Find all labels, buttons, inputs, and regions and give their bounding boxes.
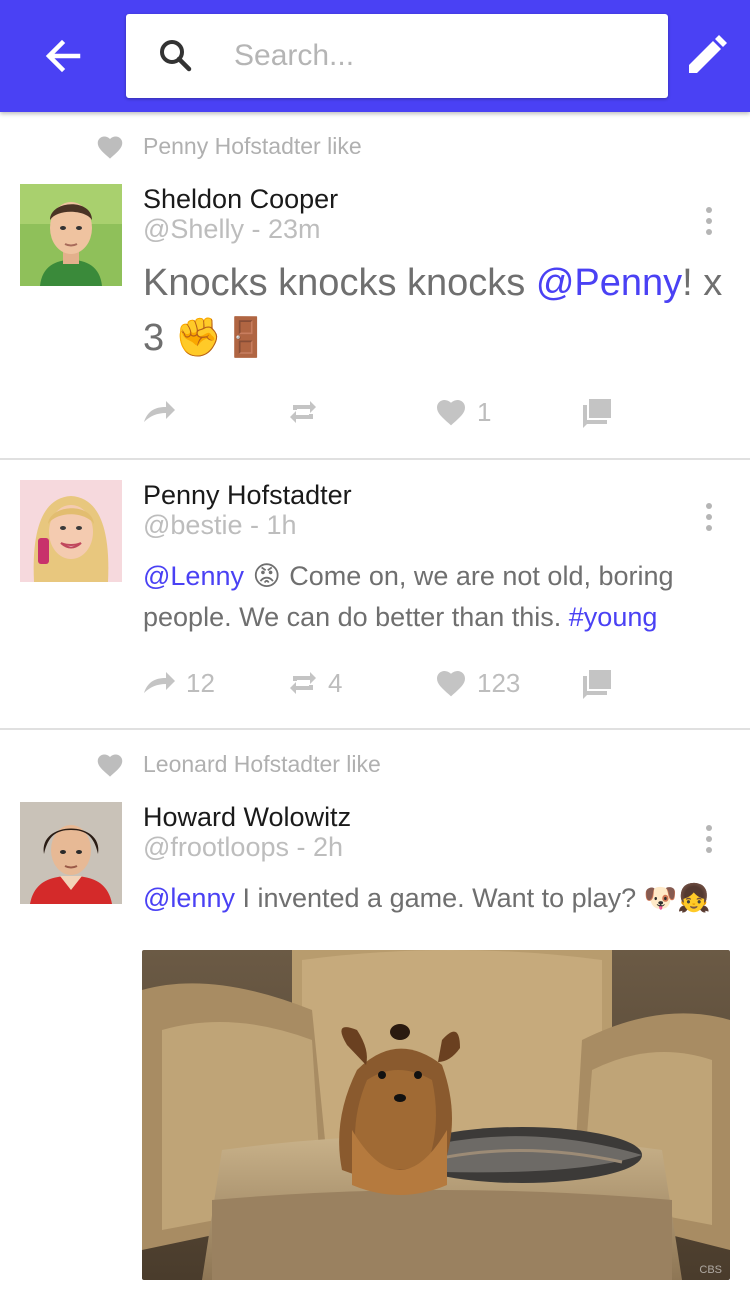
- comment-icon: [583, 670, 611, 699]
- author-name[interactable]: Howard Wolowitz: [143, 802, 351, 833]
- heart-icon: [96, 134, 124, 160]
- reply-button[interactable]: 12: [142, 663, 215, 703]
- retweet-icon: [290, 672, 316, 694]
- retweet-button[interactable]: [288, 392, 328, 432]
- comment-button[interactable]: [581, 392, 623, 432]
- retweet-icon: [290, 401, 316, 423]
- author-name[interactable]: Sheldon Cooper: [143, 184, 338, 215]
- hashtag-link[interactable]: #young: [569, 602, 658, 632]
- author-handle-time: @frootloops - 2h: [143, 832, 344, 862]
- heart-icon: [437, 671, 465, 697]
- heart-icon: [437, 400, 465, 426]
- like-count: 1: [477, 396, 492, 427]
- comment-button[interactable]: [581, 663, 623, 703]
- avatar[interactable]: [20, 802, 122, 904]
- like-count: 123: [477, 667, 521, 698]
- retweet-count: 4: [328, 667, 343, 698]
- search-input[interactable]: [234, 32, 654, 80]
- tweet-text: Knocks knocks knocks @Penny! x 3 ✊🚪: [143, 256, 733, 365]
- retweet-button[interactable]: 4: [288, 663, 342, 703]
- more-options-icon[interactable]: [698, 822, 720, 858]
- mention-link[interactable]: @Penny: [536, 262, 682, 304]
- like-button[interactable]: 1: [435, 392, 491, 432]
- author-name[interactable]: Penny Hofstadter: [143, 480, 352, 511]
- app-bar: [0, 0, 750, 112]
- tweet-text: @lenny I invented a game. Want to play? …: [143, 878, 733, 919]
- author-handle-time: @bestie - 1h: [143, 510, 297, 540]
- liked-by-label: Leonard Hofstadter like: [143, 751, 381, 777]
- share-arrow-icon: [144, 672, 175, 693]
- media-watermark: CBS: [699, 1264, 722, 1276]
- search-box[interactable]: [126, 14, 668, 98]
- author-handle-time: @Shelly - 23m: [143, 214, 321, 244]
- divider: [0, 728, 750, 730]
- liked-by-label: Penny Hofstadter like: [143, 133, 362, 159]
- comment-icon: [583, 399, 611, 428]
- text-segment: I invented a game. Want to play?: [234, 883, 644, 913]
- share-arrow-icon: [144, 401, 175, 422]
- like-button[interactable]: 123: [435, 663, 520, 703]
- dog-on-armchair-image: [142, 950, 730, 1280]
- liked-by-row: Leonard Hofstadter like: [0, 748, 750, 788]
- emoji-text: 🐶👧: [643, 883, 711, 914]
- tweet-text: @Lenny 😡 Come on, we are not old, boring…: [143, 556, 733, 637]
- text-segment: Knocks knocks knocks: [143, 262, 536, 304]
- emoji-text: ✊🚪: [174, 315, 270, 359]
- avatar[interactable]: [20, 480, 122, 582]
- mention-link[interactable]: @Lenny: [143, 561, 244, 591]
- compose-pencil-icon[interactable]: [684, 34, 728, 78]
- reply-button[interactable]: [142, 392, 186, 432]
- more-options-icon[interactable]: [698, 500, 720, 536]
- liked-by-row: Penny Hofstadter like: [0, 130, 750, 170]
- back-arrow-icon[interactable]: [38, 32, 90, 80]
- tweet-media-image[interactable]: CBS: [142, 950, 730, 1280]
- heart-icon: [96, 752, 124, 778]
- reply-count: 12: [186, 667, 215, 698]
- mention-link[interactable]: @lenny: [143, 883, 235, 913]
- avatar[interactable]: [20, 184, 122, 286]
- more-options-icon[interactable]: [698, 204, 720, 240]
- search-icon: [156, 36, 196, 76]
- divider: [0, 458, 750, 460]
- emoji-text: 😡: [243, 561, 290, 592]
